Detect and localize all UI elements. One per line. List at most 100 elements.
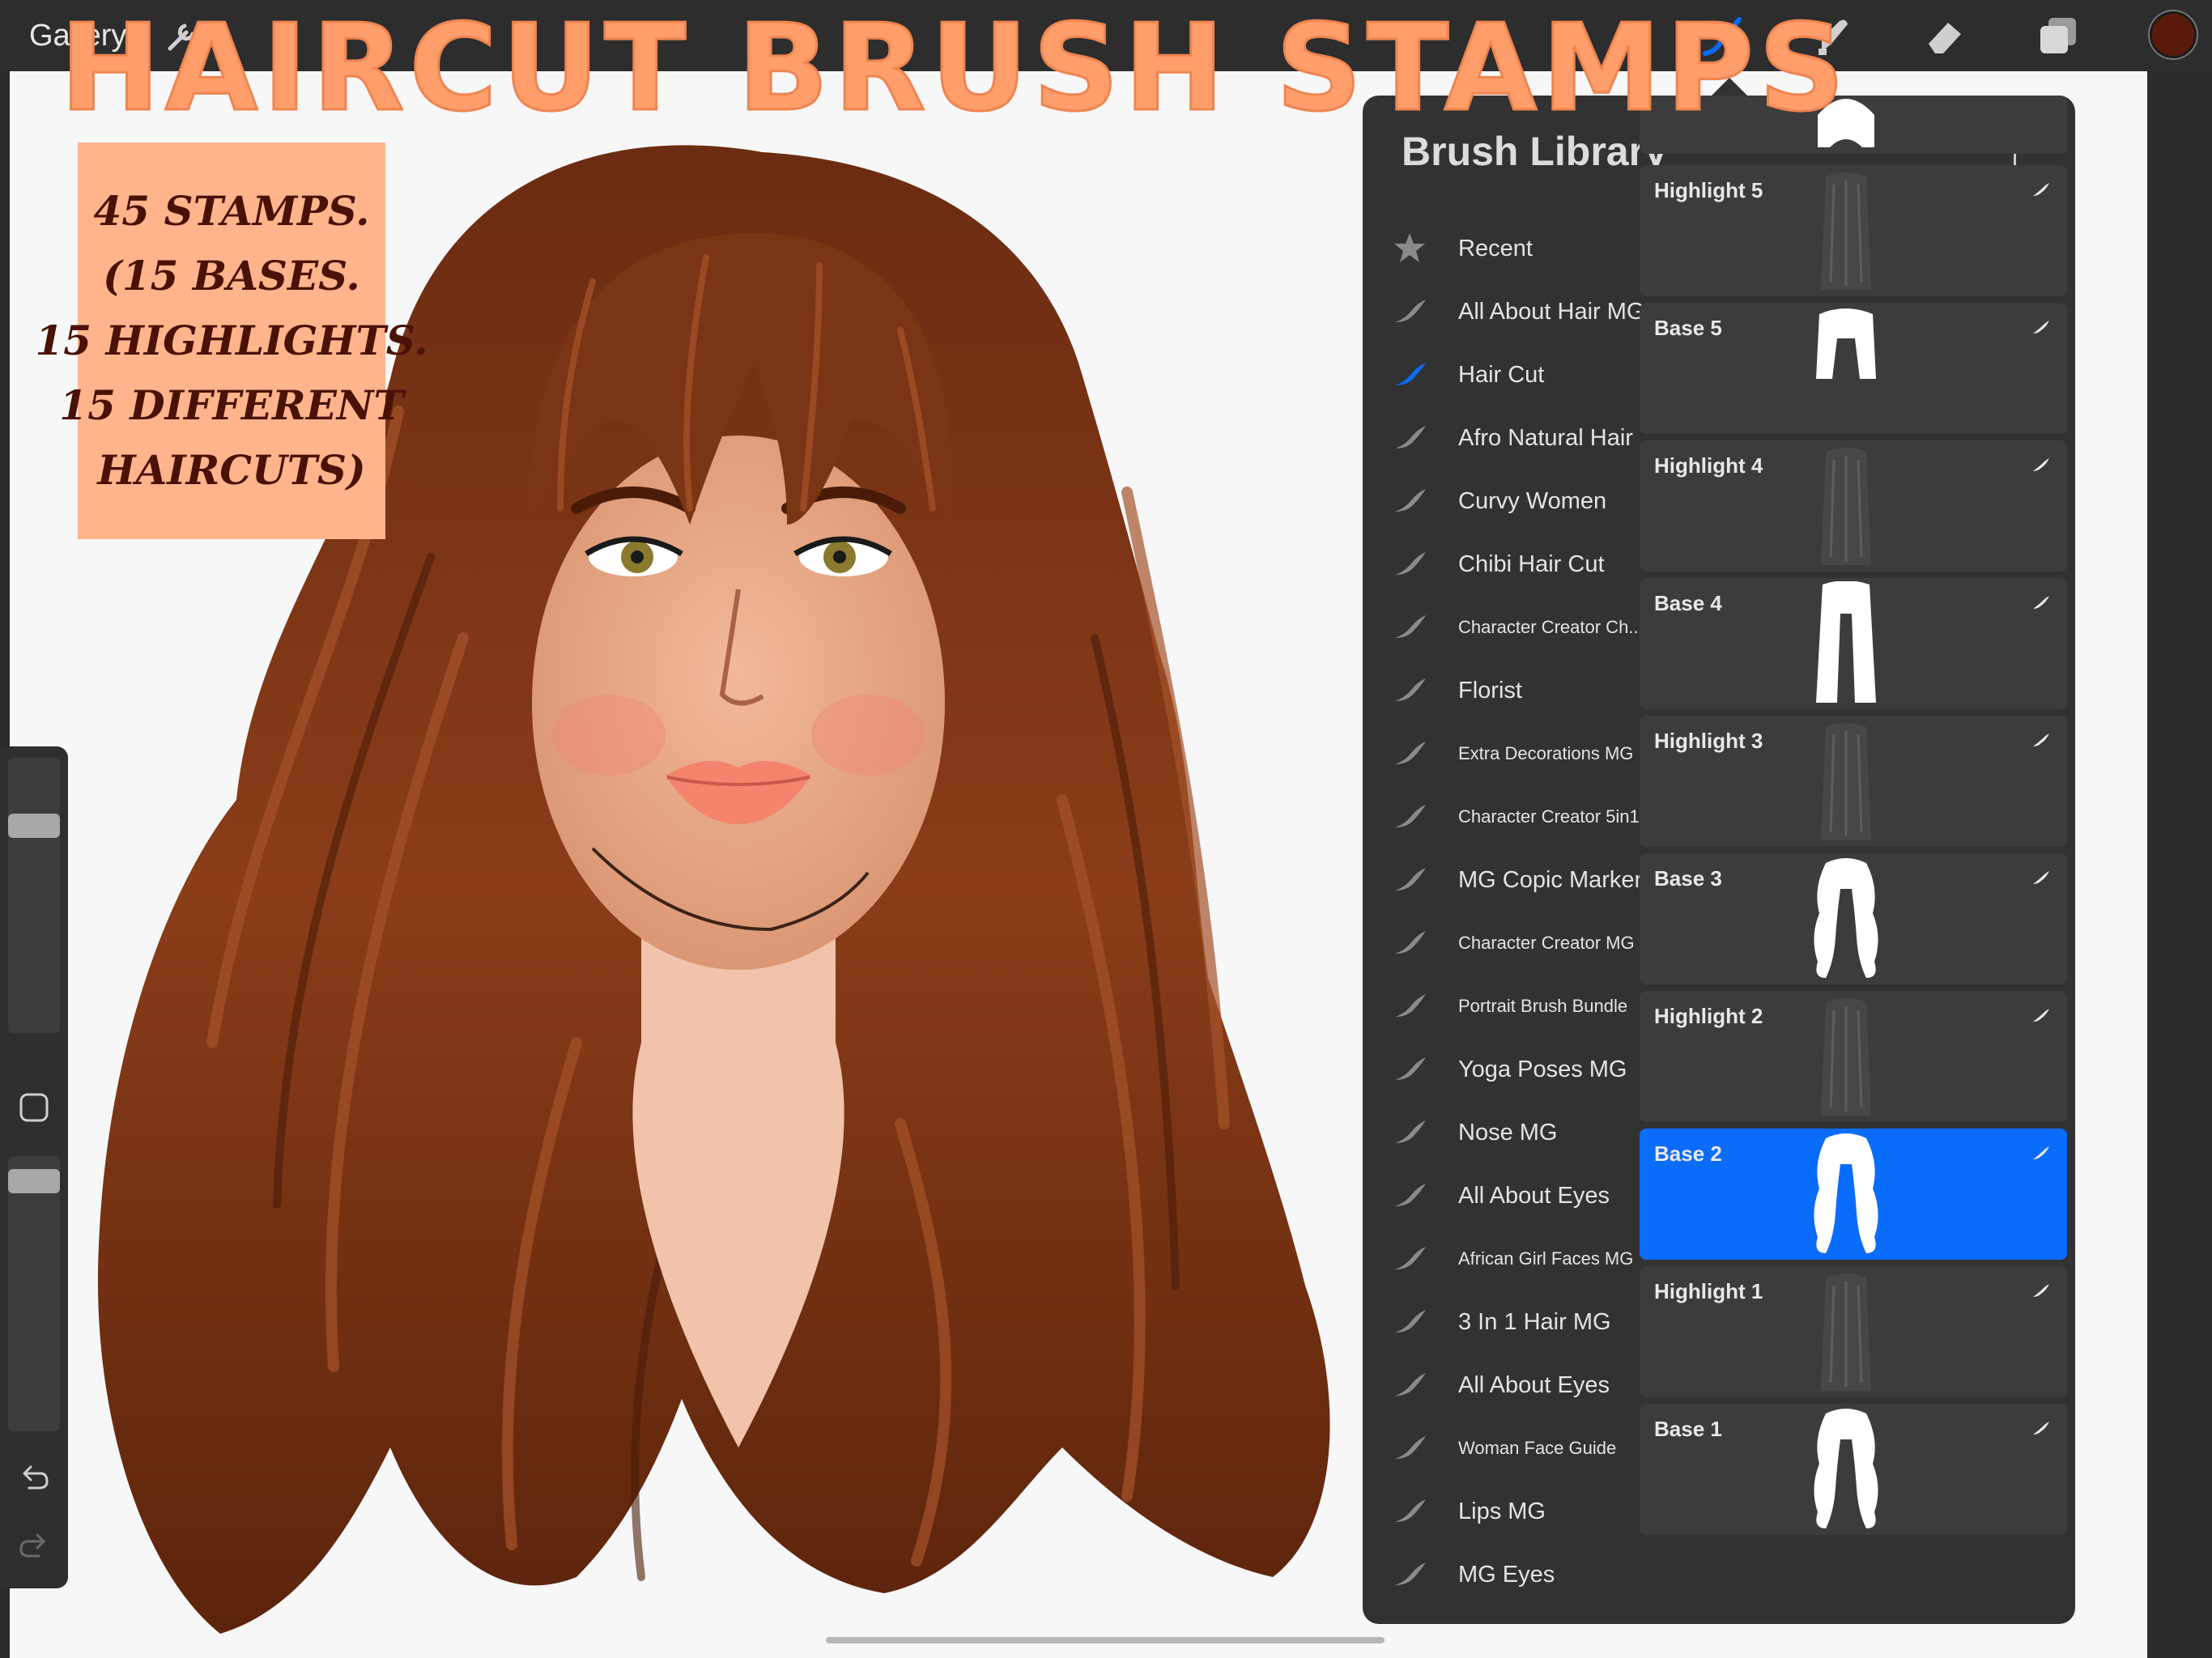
- brush-set-item[interactable]: 3 In 1 Hair MG: [1363, 1290, 1638, 1354]
- brush-stroke-icon: [1395, 615, 1426, 638]
- brush-card[interactable]: Base 5: [1640, 303, 2067, 434]
- info-line: 15 HIGHLIGHTS.: [35, 317, 428, 364]
- brush-set-item[interactable]: Woman Face Guide: [1363, 1417, 1638, 1480]
- brush-set-item[interactable]: Curvy Women: [1363, 470, 1638, 533]
- brush-set-item[interactable]: MG Eyes: [1363, 1543, 1638, 1606]
- brush-stroke-icon: [1395, 1184, 1426, 1206]
- brush-stroke-icon: [1395, 489, 1426, 512]
- brush-card[interactable]: Base 1: [1640, 1404, 2067, 1535]
- brush-card[interactable]: Highlight 4: [1640, 440, 2067, 572]
- home-indicator: [826, 1637, 1385, 1643]
- brush-set-label: Yoga Poses MG: [1458, 1056, 1627, 1082]
- brush-name: Base 2: [1654, 1141, 1722, 1166]
- brush-stroke-icon: [1395, 363, 1426, 385]
- brush-stroke-icon: [1395, 994, 1426, 1017]
- brush-set-item[interactable]: All About Hair MG: [1363, 280, 1644, 343]
- brush-stroke-icon: [1395, 1499, 1426, 1522]
- brush-set-label: Hair Cut: [1458, 362, 1545, 388]
- brush-set-label: All About Eyes: [1458, 1372, 1610, 1398]
- info-line: HAIRCUTS): [97, 446, 366, 494]
- layers-icon[interactable]: [2034, 11, 2082, 60]
- brush-stroke-icon: [1395, 1373, 1426, 1396]
- canvas-edge-gutter: [2147, 71, 2212, 1658]
- star-icon: [1394, 233, 1425, 262]
- brush-stroke-icon: [2033, 458, 2049, 471]
- brush-set-item[interactable]: Afro Natural Hair: [1363, 406, 1638, 470]
- brush-stroke-icon: [1395, 426, 1426, 449]
- brush-name: Highlight 2: [1654, 1004, 1763, 1028]
- brush-set-item[interactable]: Florist: [1363, 659, 1638, 722]
- brush-set-item[interactable]: Recent: [1363, 217, 1638, 280]
- brush-set-label: Character Creator 5in1: [1458, 806, 1640, 827]
- brush-card[interactable]: Base 4: [1640, 578, 2067, 709]
- brush-stamp-preview: [1821, 1273, 1871, 1391]
- brush-set-label: Recent: [1458, 236, 1533, 261]
- brush-card[interactable]: Highlight 2: [1640, 991, 2067, 1122]
- brush-set-item[interactable]: All About Eyes: [1363, 1354, 1638, 1417]
- brush-stroke-icon: [1395, 552, 1426, 575]
- brush-name: Base 1: [1654, 1417, 1722, 1441]
- brush-opacity-slider-thumb[interactable]: [8, 1168, 60, 1193]
- brush-card[interactable]: Highlight 3: [1640, 716, 2067, 847]
- brush-stamp-preview: [1821, 172, 1871, 290]
- brush-set-item[interactable]: Lips MG: [1363, 1480, 1638, 1543]
- brush-set-item[interactable]: Chibi Hair Cut: [1363, 533, 1638, 596]
- brush-set-label: Character Creator MG: [1458, 933, 1635, 953]
- brush-card[interactable]: Base 3: [1640, 853, 2067, 984]
- brush-set-label: Florist: [1458, 678, 1522, 704]
- brush-set-item[interactable]: Portrait Brush Bundle: [1363, 975, 1638, 1038]
- brush-set-label: All About Eyes: [1458, 1183, 1610, 1209]
- brush-name: Base 3: [1654, 866, 1722, 891]
- brush-set-label: Curvy Women: [1458, 488, 1607, 514]
- brush-set-item[interactable]: Yoga Poses MG: [1363, 1038, 1638, 1101]
- brush-size-slider-thumb[interactable]: [8, 814, 60, 839]
- brush-stamp-preview: [1814, 1133, 1878, 1253]
- color-picker-button[interactable]: [2150, 11, 2197, 58]
- brush-stroke-icon: [1395, 742, 1426, 764]
- brush-set-item[interactable]: Hair Cut: [1363, 343, 1638, 406]
- brush-set-item[interactable]: All About Eyes: [1363, 1164, 1638, 1227]
- brush-stroke-icon: [2033, 596, 2049, 609]
- brush-stroke-icon: [2033, 1009, 2049, 1022]
- brush-stamp-preview: [1816, 308, 1876, 379]
- brush-name: Highlight 1: [1654, 1279, 1763, 1303]
- brush-set-item[interactable]: Character Creator 5in1: [1363, 785, 1640, 848]
- brush-stroke-icon: [1395, 678, 1426, 701]
- brush-stamp-preview: [1821, 448, 1871, 565]
- brush-opacity-slider[interactable]: [8, 1156, 60, 1431]
- brush-name: Highlight 3: [1654, 729, 1763, 753]
- brush-set-label: Woman Face Guide: [1458, 1438, 1617, 1458]
- brush-set-label: Portrait Brush Bundle: [1458, 996, 1628, 1016]
- brush-size-slider[interactable]: [8, 758, 60, 1033]
- brush-set-item[interactable]: MG Copic Markers: [1363, 848, 1654, 912]
- brush-stamp-preview: [1814, 858, 1878, 978]
- brush-stamp-preview: [1821, 998, 1871, 1116]
- redo-icon[interactable]: [16, 1527, 52, 1562]
- undo-icon[interactable]: [16, 1459, 52, 1494]
- brush-set-item[interactable]: African Girl Faces MG: [1363, 1227, 1638, 1290]
- brush-set-item[interactable]: Extra Decorations MG: [1363, 722, 1638, 785]
- brush-stroke-icon: [1395, 1247, 1426, 1269]
- brush-stroke-icon: [1395, 868, 1426, 891]
- brush-stamp-preview: [1816, 581, 1876, 703]
- brush-stroke-icon: [2033, 321, 2049, 334]
- brush-stroke-icon: [1395, 1436, 1426, 1459]
- brush-set-label: All About Hair MG: [1458, 299, 1645, 325]
- eraser-icon[interactable]: [1921, 11, 1969, 60]
- brush-set-item[interactable]: Character Creator Ch...: [1363, 596, 1644, 659]
- brush-card[interactable]: Highlight 5: [1640, 165, 2067, 296]
- brush-set-item[interactable]: Nose MG: [1363, 1101, 1638, 1164]
- promo-info-box: 45 STAMPS. (15 BASES. 15 HIGHLIGHTS. 15 …: [36, 142, 428, 539]
- brush-stroke-icon: [1395, 805, 1426, 827]
- brush-card[interactable]: Base 2: [1640, 1129, 2067, 1260]
- brush-stroke-icon: [2033, 1146, 2049, 1159]
- brush-stroke-icon: [2033, 1284, 2049, 1297]
- brush-list: Highlight 5 Base 5 Highlight 4 Base 4 Highli…: [1640, 96, 2067, 1624]
- modify-button-icon[interactable]: [16, 1090, 52, 1125]
- brush-card[interactable]: Highlight 1: [1640, 1266, 2067, 1397]
- brush-stroke-icon: [1395, 1120, 1426, 1143]
- brush-name: Highlight 5: [1654, 178, 1763, 202]
- brush-set-item[interactable]: Character Creator MG: [1363, 912, 1638, 975]
- brush-set-label: MG Eyes: [1458, 1562, 1555, 1588]
- brush-stroke-icon: [2033, 1422, 2049, 1435]
